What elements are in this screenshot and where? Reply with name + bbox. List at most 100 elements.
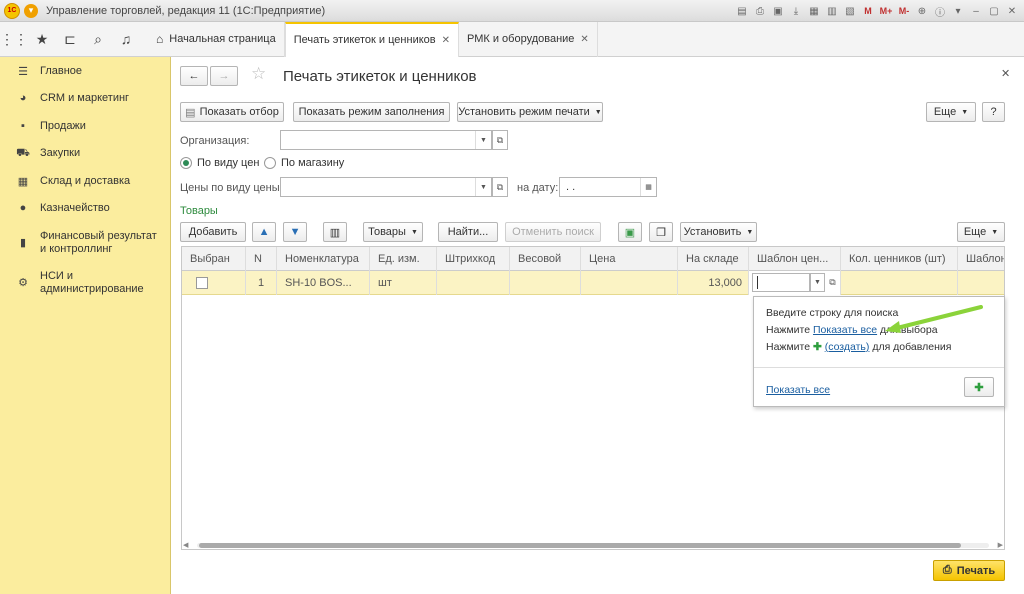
sidebar-item-finance[interactable]: ▮ Финансовый результат и контроллинг: [0, 230, 171, 256]
favorites-star-icon[interactable]: ★: [28, 22, 56, 57]
open-link-icon[interactable]: ⧉: [492, 177, 508, 197]
help-button[interactable]: ?: [982, 102, 1005, 122]
column-header[interactable]: Цена: [581, 247, 678, 271]
weight-cell[interactable]: [510, 271, 581, 295]
column-header[interactable]: На складе: [678, 247, 749, 271]
find-button[interactable]: Найти...: [438, 222, 498, 242]
show-filter-button[interactable]: ▤ Показать отбор: [180, 102, 284, 122]
calendar-icon[interactable]: ▦: [640, 178, 656, 196]
maximize-icon[interactable]: ▢: [986, 3, 1002, 19]
organization-field[interactable]: ▼: [280, 130, 492, 150]
show-fill-mode-button[interactable]: Показать режим заполнения: [293, 102, 450, 122]
column-header[interactable]: Штрихкод: [437, 247, 510, 271]
more-button[interactable]: Еще ▼: [926, 102, 976, 122]
template-input[interactable]: [752, 273, 810, 292]
open-link-icon[interactable]: ⧉: [825, 273, 840, 292]
preview-icon[interactable]: ▣: [770, 3, 786, 19]
history-icon[interactable]: ⊏: [56, 22, 84, 57]
sidebar-item-treasury[interactable]: ● Казначейство: [0, 202, 171, 214]
memory-minus-button[interactable]: M-: [896, 3, 912, 19]
document-icon[interactable]: ▦: [806, 3, 822, 19]
info-icon[interactable]: ⓘ: [932, 3, 948, 19]
cancel-search-button[interactable]: Отменить поиск: [505, 222, 601, 242]
chevron-down-icon[interactable]: ▼: [810, 273, 825, 292]
zoom-icon[interactable]: ⊕: [914, 3, 930, 19]
barcode-cell[interactable]: [437, 271, 510, 295]
calc-icon[interactable]: ▧: [842, 3, 858, 19]
tab-print-labels[interactable]: Печать этикеток и ценников ✕: [284, 21, 459, 57]
sidebar-item-admin[interactable]: ⚙ НСИ и администрирование: [0, 270, 171, 296]
template-2-cell[interactable]: [958, 271, 1004, 295]
memory-plus-button[interactable]: M+: [878, 3, 894, 19]
scroll-right-icon[interactable]: ▶: [998, 541, 1003, 549]
main-menu-icon[interactable]: ▾: [24, 3, 38, 18]
bell-icon[interactable]: ♫: [112, 22, 140, 57]
close-icon[interactable]: ✕: [1004, 3, 1020, 19]
show-all-footer-link[interactable]: Показать все: [766, 384, 830, 396]
apps-grid-icon[interactable]: ⋮⋮: [0, 22, 28, 57]
horizontal-scrollbar[interactable]: ◀ ▶: [181, 541, 1005, 550]
calendar-icon[interactable]: ▥: [824, 3, 840, 19]
back-button[interactable]: ←: [180, 66, 208, 86]
tab-home[interactable]: ⌂ Начальная страница: [150, 21, 285, 57]
price-cell[interactable]: [581, 271, 678, 295]
chevron-down-icon[interactable]: ▾: [950, 3, 966, 19]
show-all-link[interactable]: Показать все: [813, 324, 877, 336]
barcode-button[interactable]: ▥: [323, 222, 347, 242]
scroll-left-icon[interactable]: ◀: [183, 541, 188, 549]
selected-cell[interactable]: [182, 271, 246, 295]
column-header[interactable]: Выбран: [182, 247, 246, 271]
goods-menu-button[interactable]: Товары ▼: [363, 222, 423, 242]
date-field[interactable]: . . ▦: [559, 177, 657, 197]
sidebar-item-warehouse[interactable]: ▦ Склад и доставка: [0, 175, 171, 188]
tab-label: Печать этикеток и ценников: [293, 34, 436, 46]
table-row[interactable]: 1 SH-10 BOS... шт 13,000 ▼ ⧉: [182, 271, 1004, 295]
chevron-down-icon[interactable]: ▼: [475, 178, 491, 196]
minimize-icon[interactable]: –: [968, 3, 984, 19]
sidebar-item-purchases[interactable]: ⛟ Закупки: [0, 147, 171, 161]
close-form-icon[interactable]: ✕: [1001, 67, 1010, 80]
search-icon[interactable]: ⌕: [84, 22, 112, 57]
goods-more-button[interactable]: Еще ▼: [957, 222, 1005, 242]
sidebar-item-sales[interactable]: ▪ Продажи: [0, 120, 171, 132]
price-type-field[interactable]: ▼: [280, 177, 492, 197]
set-print-mode-button[interactable]: Установить режим печати ▼: [457, 102, 603, 122]
radio-price-type[interactable]: [180, 157, 192, 169]
open-link-icon[interactable]: ⧉: [492, 130, 508, 150]
column-header[interactable]: Кол. ценников (шт): [841, 247, 958, 271]
template-cell[interactable]: ▼ ⧉: [749, 271, 841, 295]
close-tab-icon[interactable]: ✕: [442, 35, 450, 46]
row-checkbox[interactable]: [196, 277, 208, 289]
column-header[interactable]: Шаблон цен...: [749, 247, 841, 271]
close-tab-icon[interactable]: ✕: [580, 34, 588, 45]
add-button[interactable]: Добавить: [180, 222, 246, 242]
forward-button[interactable]: →: [210, 66, 238, 86]
sidebar-item-crm[interactable]: ◕ CRM и маркетинг: [0, 92, 171, 104]
download-icon[interactable]: ⤓: [788, 3, 804, 19]
create-link[interactable]: (создать): [825, 341, 870, 353]
radio-store[interactable]: [264, 157, 276, 169]
set-button[interactable]: Установить ▼: [680, 222, 757, 242]
column-header[interactable]: Ед. изм.: [370, 247, 437, 271]
print-button[interactable]: ⎙ Печать: [933, 560, 1005, 581]
sidebar-item-main[interactable]: ☰ Главное: [0, 65, 171, 78]
add-template-button[interactable]: ✚: [964, 377, 994, 397]
scrollbar-thumb[interactable]: [199, 543, 961, 548]
move-up-button[interactable]: ▲: [252, 222, 276, 242]
column-header[interactable]: N: [246, 247, 277, 271]
uncheck-all-button[interactable]: ❐: [649, 222, 673, 242]
item-cell[interactable]: SH-10 BOS...: [277, 271, 370, 295]
column-header[interactable]: Весовой: [510, 247, 581, 271]
memory-button[interactable]: M: [860, 3, 876, 19]
check-all-button[interactable]: ▣: [618, 222, 642, 242]
chevron-down-icon[interactable]: ▼: [475, 131, 491, 149]
print-icon[interactable]: ⎙: [752, 3, 768, 19]
save-icon[interactable]: ▤: [734, 3, 750, 19]
tab-rmk-equipment[interactable]: РМК и оборудование ✕: [459, 21, 598, 57]
unit-cell[interactable]: шт: [370, 271, 437, 295]
column-header[interactable]: Шаблон: [958, 247, 1004, 271]
move-down-button[interactable]: ▼: [283, 222, 307, 242]
favorite-star-icon[interactable]: ☆: [251, 64, 266, 84]
count-cell[interactable]: [841, 271, 958, 295]
column-header[interactable]: Номенклатура: [277, 247, 370, 271]
